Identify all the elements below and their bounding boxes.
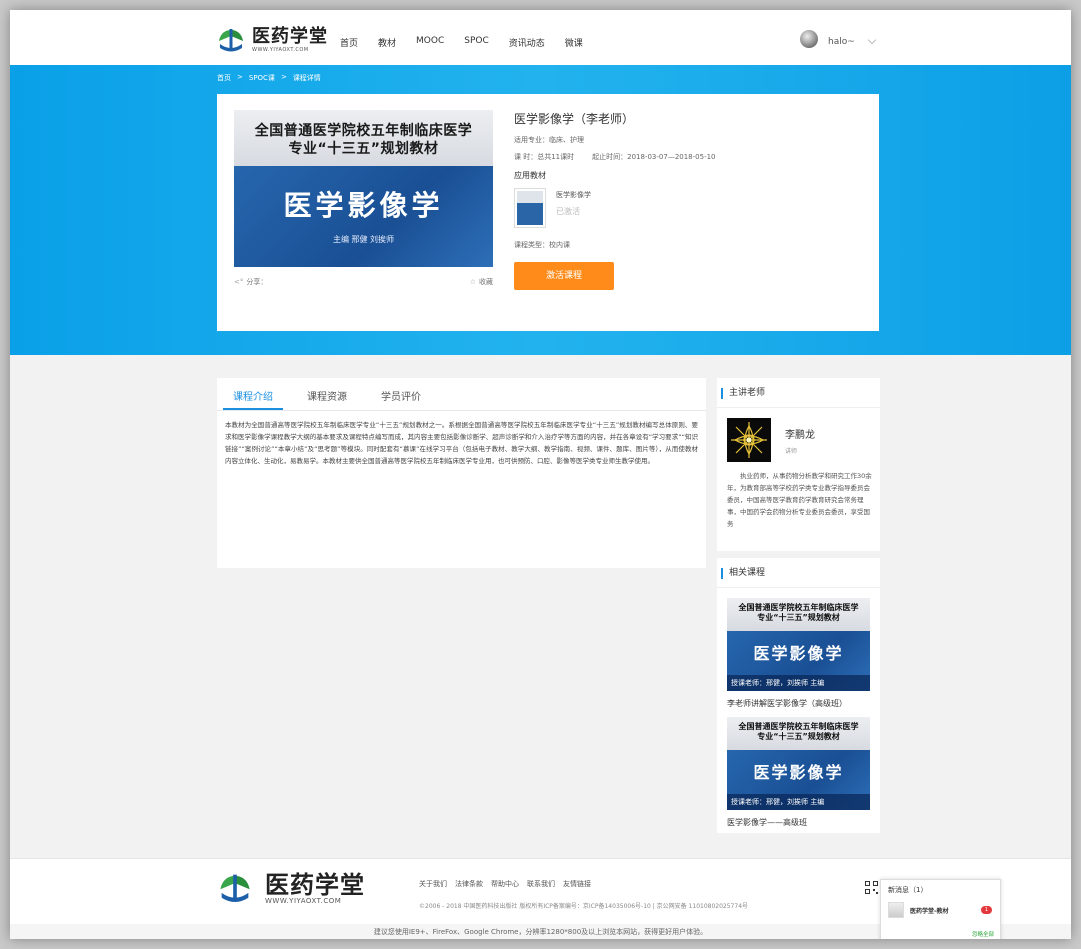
related-course-title[interactable]: 李老师讲解医学影像学（高级班） [727, 698, 880, 709]
cover-title: 医学影像学 [283, 189, 444, 222]
related-cover-line1: 全国普通医学院校五年制临床医学 [738, 722, 859, 731]
share-button[interactable]: <° 分享： [234, 277, 267, 287]
footer-link-about[interactable]: 关于我们 [419, 879, 447, 889]
nav-microlessons[interactable]: 微课 [565, 36, 583, 49]
message-count-badge: 1 [981, 906, 992, 914]
related-cover-title: 医学影像学 [753, 644, 844, 663]
course-type: 课程类型：校内课 [514, 241, 570, 249]
footer-logo-name: 医药学堂 [265, 870, 365, 899]
message-sender-avatar [888, 902, 904, 918]
hero-banner: 首页 > SPOC课 > 课程详情 全国普通医学院校五年制临床医学 专业“十三五… [10, 65, 1071, 355]
site-header: 医药学堂 WWW.YIYAOXT.COM 首页 教材 MOOC SPOC 资讯动… [10, 10, 1071, 65]
footer-logo[interactable]: 医药学堂 WWW.YIYAOXT.COM [215, 871, 365, 905]
tab-student-reviews[interactable]: 学员评价 [371, 378, 431, 410]
related-courses-panel: 相关课程 全国普通医学院校五年制临床医学 专业“十三五”规划教材 医学影像学 授… [717, 558, 880, 833]
teacher-heading: 主讲老师 [717, 378, 880, 408]
message-sender[interactable]: 医药学堂-教材 [910, 906, 981, 915]
message-item[interactable]: 医药学堂-教材 1 [881, 895, 1000, 918]
share-row: <° 分享： ☆ 收藏 [234, 277, 493, 287]
footer-link-help[interactable]: 帮助中心 [491, 879, 519, 889]
related-course-cover[interactable]: 全国普通医学院校五年制临床医学 专业“十三五”规划教材 医学影像学 授课老师：邢… [727, 717, 870, 810]
related-heading: 相关课程 [717, 558, 880, 588]
site-logo[interactable]: 医药学堂 WWW.YIYAOXT.COM [216, 26, 328, 54]
related-cover-teachers: 授课老师：邢健，刘挨师 主编 [727, 794, 870, 810]
teacher-name[interactable]: 李鹏龙 [785, 426, 815, 441]
footer-link-friends[interactable]: 友情链接 [563, 879, 591, 889]
course-card: 全国普通医学院校五年制临床医学 专业“十三五”规划教材 医学影像学 主编 邢健 … [217, 94, 879, 331]
favorite-label: 收藏 [479, 278, 493, 286]
browser-page: 医药学堂 WWW.YIYAOXT.COM 首页 教材 MOOC SPOC 资讯动… [10, 10, 1071, 939]
nav-textbooks[interactable]: 教材 [378, 36, 396, 49]
logo-mark-icon [216, 26, 246, 54]
textbook-item[interactable]: 医学影像学 已激活 [514, 188, 864, 228]
breadcrumb-spoc[interactable]: SPOC课 [249, 73, 275, 83]
related-course-title[interactable]: 医学影像学——高级班 [727, 817, 880, 828]
ignore-all-link[interactable]: 忽略全部 [972, 930, 994, 938]
message-popup: 新消息（1） 医药学堂-教材 1 忽略全部 [880, 879, 1001, 939]
breadcrumb-separator: > [237, 73, 243, 81]
course-cover: 全国普通医学院校五年制临床医学 专业“十三五”规划教材 医学影像学 主编 邢健 … [234, 110, 493, 267]
related-cover-line2: 专业“十三五”规划教材 [757, 613, 840, 622]
related-course-card[interactable]: 全国普通医学院校五年制临床医学 专业“十三五”规划教材 医学影像学 授课老师：邢… [717, 717, 880, 828]
related-cover-line1: 全国普通医学院校五年制临床医学 [738, 603, 859, 612]
cover-subtitle-line1: 全国普通医学院校五年制临床医学 [254, 123, 473, 139]
share-icon: <° [234, 278, 244, 286]
nav-spoc[interactable]: SPOC [464, 36, 489, 49]
footer-copyright: ©2006 - 2018 中国医药科技出版社 版权所有ICP备案编号：京ICP备… [419, 903, 749, 910]
breadcrumb: 首页 > SPOC课 > 课程详情 [217, 73, 321, 83]
breadcrumb-current: 课程详情 [292, 74, 321, 82]
nav-news[interactable]: 资讯动态 [509, 36, 545, 49]
footer-link-legal[interactable]: 法律条款 [455, 879, 483, 889]
teacher-panel: 主讲老师 李鹏龙 讲师 执业药师，从事药物分析教学和研究工作30余年，为教育部高… [717, 378, 880, 551]
tab-course-resources[interactable]: 课程资源 [297, 378, 357, 410]
cover-subtitle-line2: 专业“十三五”规划教材 [288, 141, 439, 157]
teacher-avatar[interactable] [727, 418, 771, 462]
course-detail-panel: 课程介绍 课程资源 学员评价 本教材为全国普通高等医学院校五年制临床医学专业“十… [217, 378, 706, 568]
main-nav: 首页 教材 MOOC SPOC 资讯动态 微课 [340, 36, 603, 49]
detail-tabs: 课程介绍 课程资源 学员评价 [217, 378, 706, 411]
course-major: 适用专业：临床、护理 [514, 136, 584, 144]
message-popup-title: 新消息（1） [888, 886, 928, 894]
logo-mark-icon [215, 871, 255, 905]
related-course-card[interactable]: 全国普通医学院校五年制临床医学 专业“十三五”规划教材 医学影像学 授课老师：邢… [717, 598, 880, 709]
breadcrumb-home[interactable]: 首页 [217, 73, 231, 83]
textbook-label: 应用教材 [514, 171, 546, 180]
user-menu[interactable]: halo~ [800, 30, 877, 48]
course-description: 本教材为全国普通高等医学院校五年制临床医学专业“十三五”规划教材之一。系根据全国… [225, 421, 698, 465]
favorite-button[interactable]: ☆ 收藏 [470, 277, 493, 287]
related-cover-teachers: 授课老师：邢健，刘挨师 主编 [727, 675, 870, 691]
related-cover-line2: 专业“十三五”规划教材 [757, 732, 840, 741]
related-course-cover[interactable]: 全国普通医学院校五年制临床医学 专业“十三五”规划教材 医学影像学 授课老师：邢… [727, 598, 870, 691]
course-hours: 课 时：总共11课时 [514, 153, 575, 161]
activate-course-button[interactable]: 激活课程 [514, 262, 614, 290]
logo-domain: WWW.YIYAOXT.COM [252, 47, 309, 53]
star-icon: ☆ [469, 278, 476, 286]
user-name[interactable]: halo~ [828, 37, 855, 47]
textbook-name[interactable]: 医学影像学 [556, 190, 591, 200]
teacher-role: 讲师 [785, 448, 798, 455]
teacher-bio: 执业药师，从事药物分析教学和研究工作30余年，为教育部高等学校药学类专业教学指导… [727, 472, 872, 528]
footer-link-contact[interactable]: 联系我们 [527, 879, 555, 889]
related-cover-title: 医学影像学 [753, 763, 844, 782]
nav-mooc[interactable]: MOOC [416, 36, 444, 49]
chevron-down-icon[interactable] [867, 35, 877, 45]
course-info: 医学影像学（李老师） 适用专业：临床、护理 课 时：总共11课时 起止时间：20… [514, 110, 864, 290]
user-avatar[interactable] [800, 30, 818, 48]
footer-links: 关于我们 法律条款 帮助中心 联系我们 友情链接 [419, 879, 599, 889]
textbook-thumbnail[interactable] [514, 188, 546, 228]
nav-home[interactable]: 首页 [340, 36, 358, 49]
logo-name: 医药学堂 [252, 26, 328, 47]
course-title: 医学影像学（李老师） [514, 112, 635, 126]
breadcrumb-separator: > [280, 73, 287, 81]
share-label: 分享： [246, 278, 268, 286]
course-period: 起止时间：2018-03-07—2018-05-10 [592, 153, 716, 161]
tab-course-intro[interactable]: 课程介绍 [223, 378, 283, 410]
cover-editors: 主编 邢健 刘挨师 [332, 235, 395, 244]
textbook-status: 已激活 [556, 207, 580, 216]
qr-code-icon[interactable] [865, 881, 878, 894]
